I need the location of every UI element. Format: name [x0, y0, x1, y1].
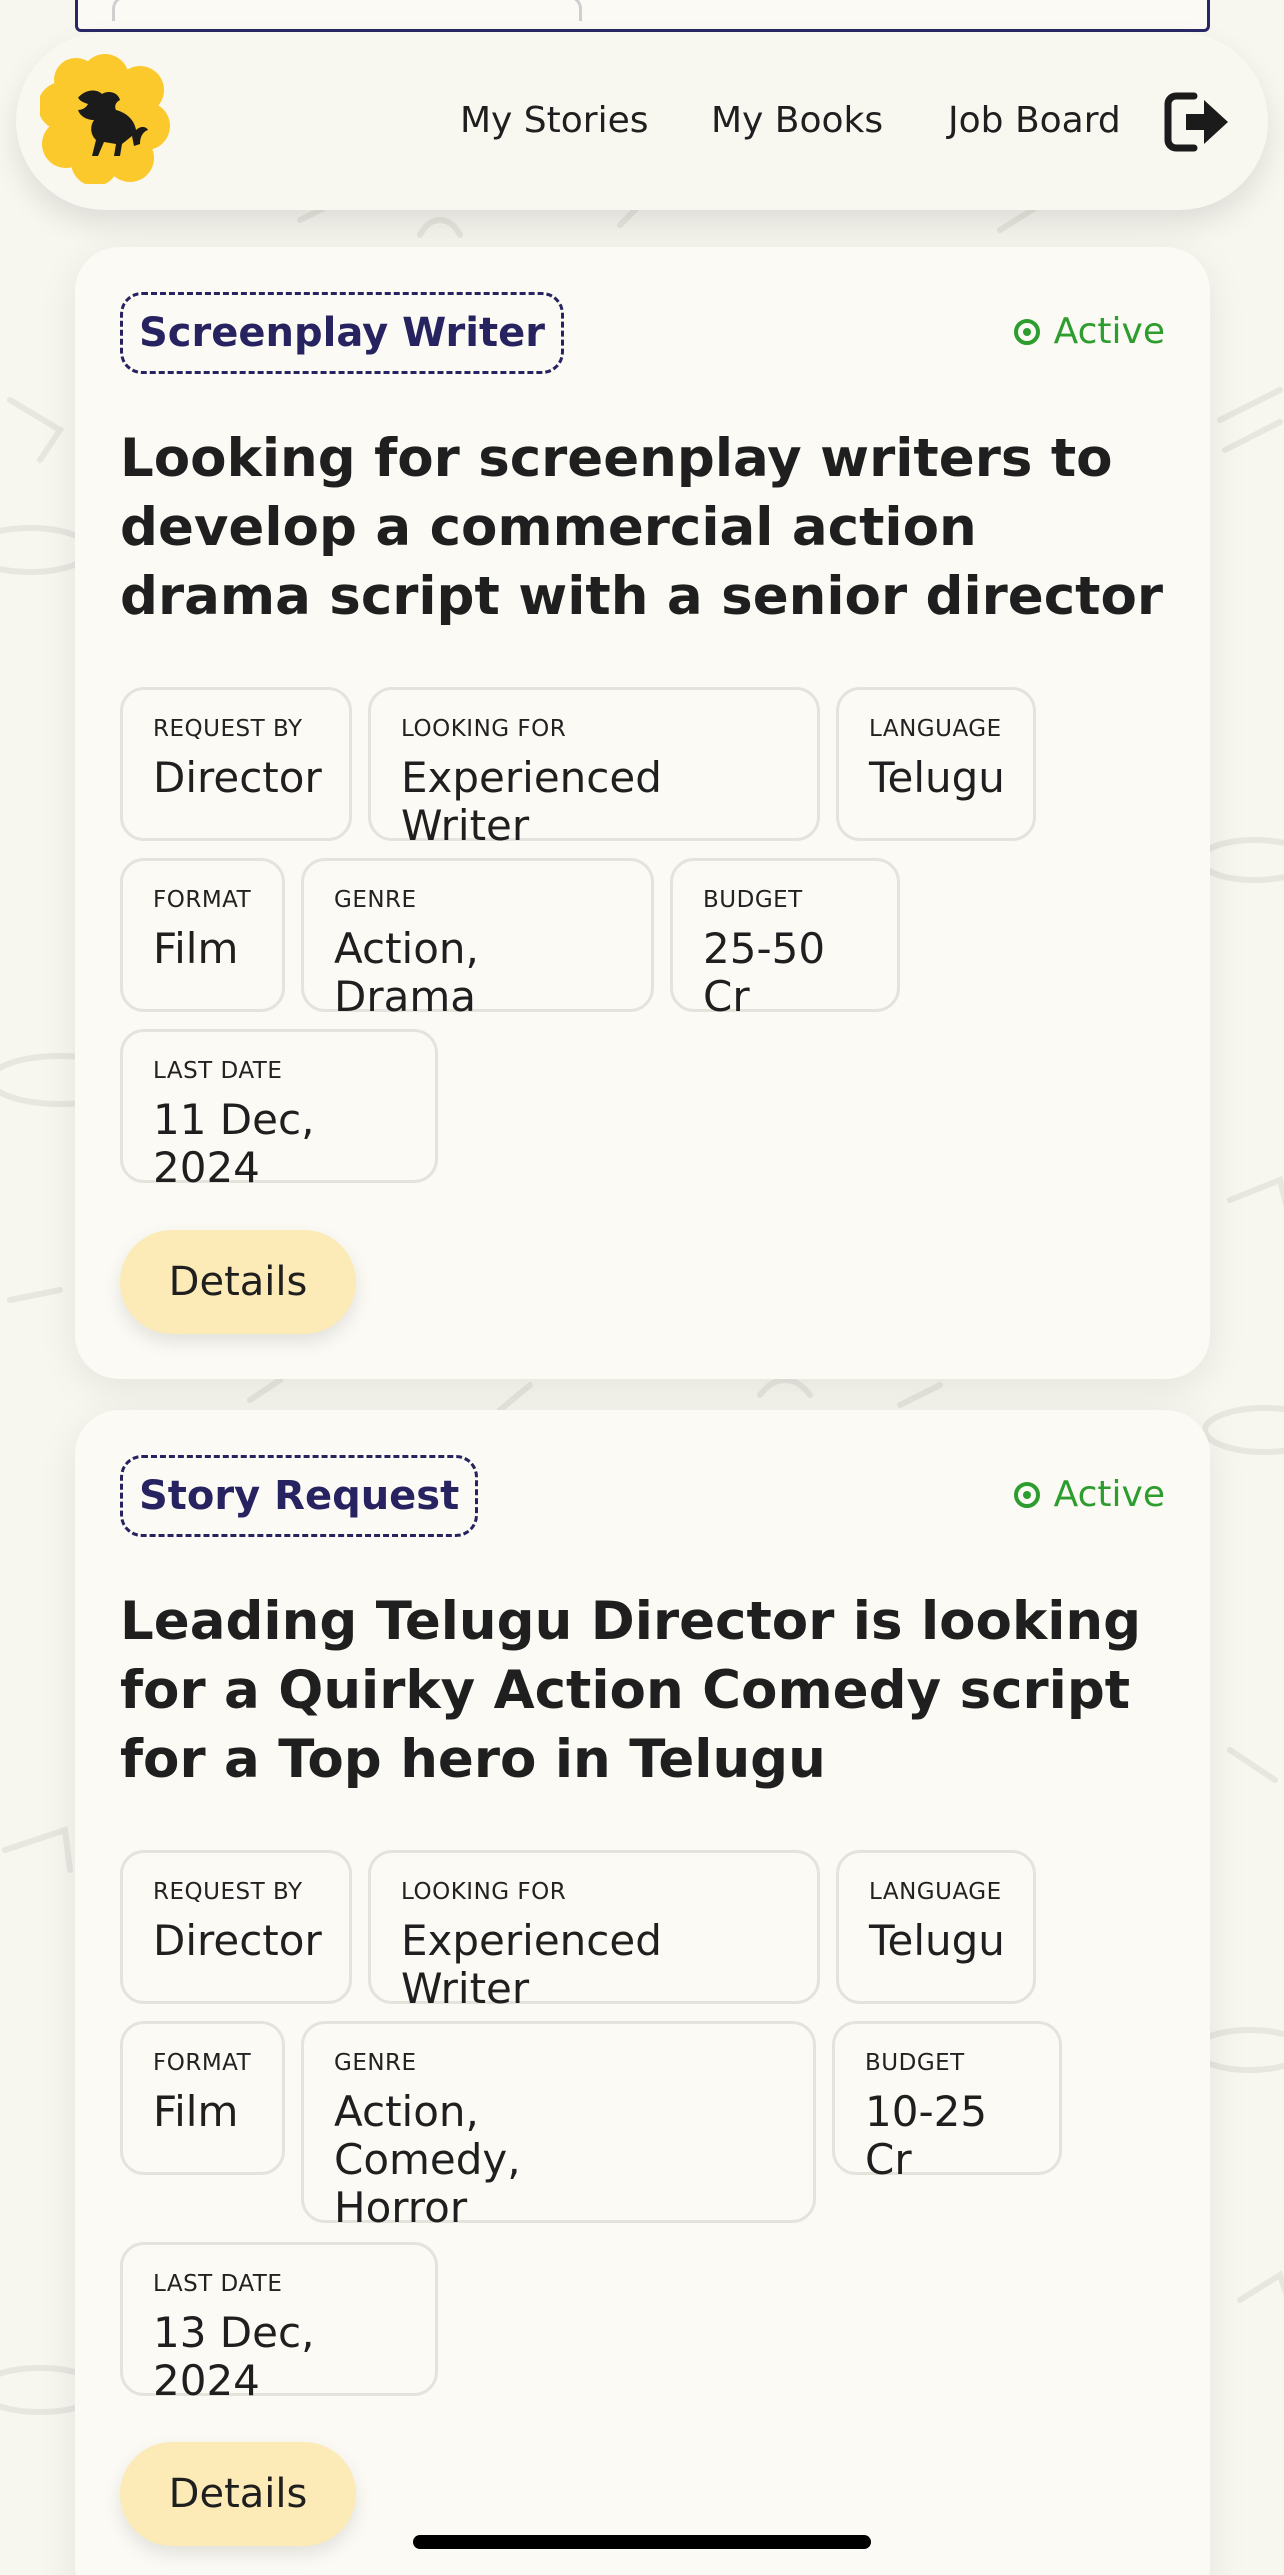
active-status-icon — [1013, 1481, 1040, 1508]
field-label: BUDGET — [703, 887, 803, 913]
field-looking-for: LOOKING FOR Experienced Writer — [368, 1850, 820, 2013]
logout-icon[interactable] — [1164, 90, 1232, 154]
field-label: GENRE — [334, 887, 417, 913]
field-label: REQUEST BY — [153, 716, 303, 742]
field-label: LOOKING FOR — [401, 1879, 567, 1905]
field-label: REQUEST BY — [153, 1879, 303, 1905]
field-looking-for: LOOKING FOR Experienced Writer — [368, 687, 820, 850]
field-genre: GENRE Action, Comedy, Horror — [301, 2021, 816, 2232]
field-value: Telugu — [869, 753, 1005, 802]
status-badge: Active — [1013, 311, 1165, 352]
field-request-by: REQUEST BY Director — [120, 1850, 352, 2004]
field-label: LANGUAGE — [869, 1879, 1002, 1905]
top-navigation-bar: My Stories My Books Job Board — [16, 32, 1268, 210]
field-value: 25-50 Cr — [703, 924, 826, 1021]
category-tag: Screenplay Writer — [120, 292, 564, 374]
field-label: BUDGET — [865, 2050, 965, 2076]
lion-logo-icon[interactable] — [40, 54, 170, 184]
field-request-by: REQUEST BY Director — [120, 687, 352, 841]
field-language: LANGUAGE Telugu — [836, 687, 1036, 841]
field-value: Action, Drama — [334, 924, 479, 1021]
field-last-date: LAST DATE 13 Dec, 2024 — [120, 2242, 438, 2405]
field-value: Film — [153, 2087, 239, 2136]
field-budget: BUDGET 25-50 Cr — [670, 858, 900, 1021]
field-value: 10-25 Cr — [865, 2087, 988, 2184]
category-tag: Story Request — [120, 1455, 479, 1537]
previous-card-button-edge[interactable] — [112, 0, 582, 21]
field-value: Director — [153, 753, 322, 802]
job-board-page: My Stories My Books Job Board Screenplay… — [0, 0, 1284, 2575]
field-budget: BUDGET 10-25 Cr — [832, 2021, 1062, 2184]
field-label: LAST DATE — [153, 1058, 283, 1084]
field-value: Action, Comedy, Horror — [334, 2087, 521, 2232]
status-badge: Active — [1013, 1474, 1165, 1515]
status-label: Active — [1053, 311, 1165, 352]
field-value: Director — [153, 1916, 322, 1965]
field-format: FORMAT Film — [120, 2021, 285, 2175]
home-indicator[interactable] — [413, 2535, 871, 2549]
field-format: FORMAT Film — [120, 858, 285, 1012]
status-label: Active — [1053, 1474, 1165, 1515]
job-card: Screenplay Writer Active Looking for scr… — [75, 247, 1210, 1379]
details-button[interactable]: Details — [120, 1230, 356, 1334]
field-label: GENRE — [334, 2050, 417, 2076]
job-title: Leading Telugu Director is looking for a… — [120, 1591, 1142, 1790]
field-last-date: LAST DATE 11 Dec, 2024 — [120, 1029, 438, 1192]
field-label: FORMAT — [153, 2050, 252, 2076]
field-value: Experienced Writer — [401, 1916, 662, 2013]
active-status-icon — [1013, 318, 1040, 345]
details-button[interactable]: Details — [120, 2442, 356, 2546]
field-label: LANGUAGE — [869, 716, 1002, 742]
field-label: LAST DATE — [153, 2271, 283, 2297]
field-value: 13 Dec, 2024 — [153, 2308, 315, 2405]
field-label: LOOKING FOR — [401, 716, 567, 742]
field-value: 11 Dec, 2024 — [153, 1095, 315, 1192]
field-value: Experienced Writer — [401, 753, 662, 850]
previous-card-edge — [75, 0, 1210, 32]
field-genre: GENRE Action, Drama — [301, 858, 654, 1021]
job-title: Looking for screenplay writers to develo… — [120, 428, 1164, 627]
field-value: Film — [153, 924, 239, 973]
nav-my-stories[interactable]: My Stories — [460, 100, 649, 141]
job-card: Story Request Active Leading Telugu Dire… — [75, 1410, 1210, 2575]
field-value: Telugu — [869, 1916, 1005, 1965]
nav-my-books[interactable]: My Books — [711, 100, 883, 141]
field-label: FORMAT — [153, 887, 252, 913]
field-language: LANGUAGE Telugu — [836, 1850, 1036, 2004]
nav-job-board[interactable]: Job Board — [948, 100, 1121, 141]
